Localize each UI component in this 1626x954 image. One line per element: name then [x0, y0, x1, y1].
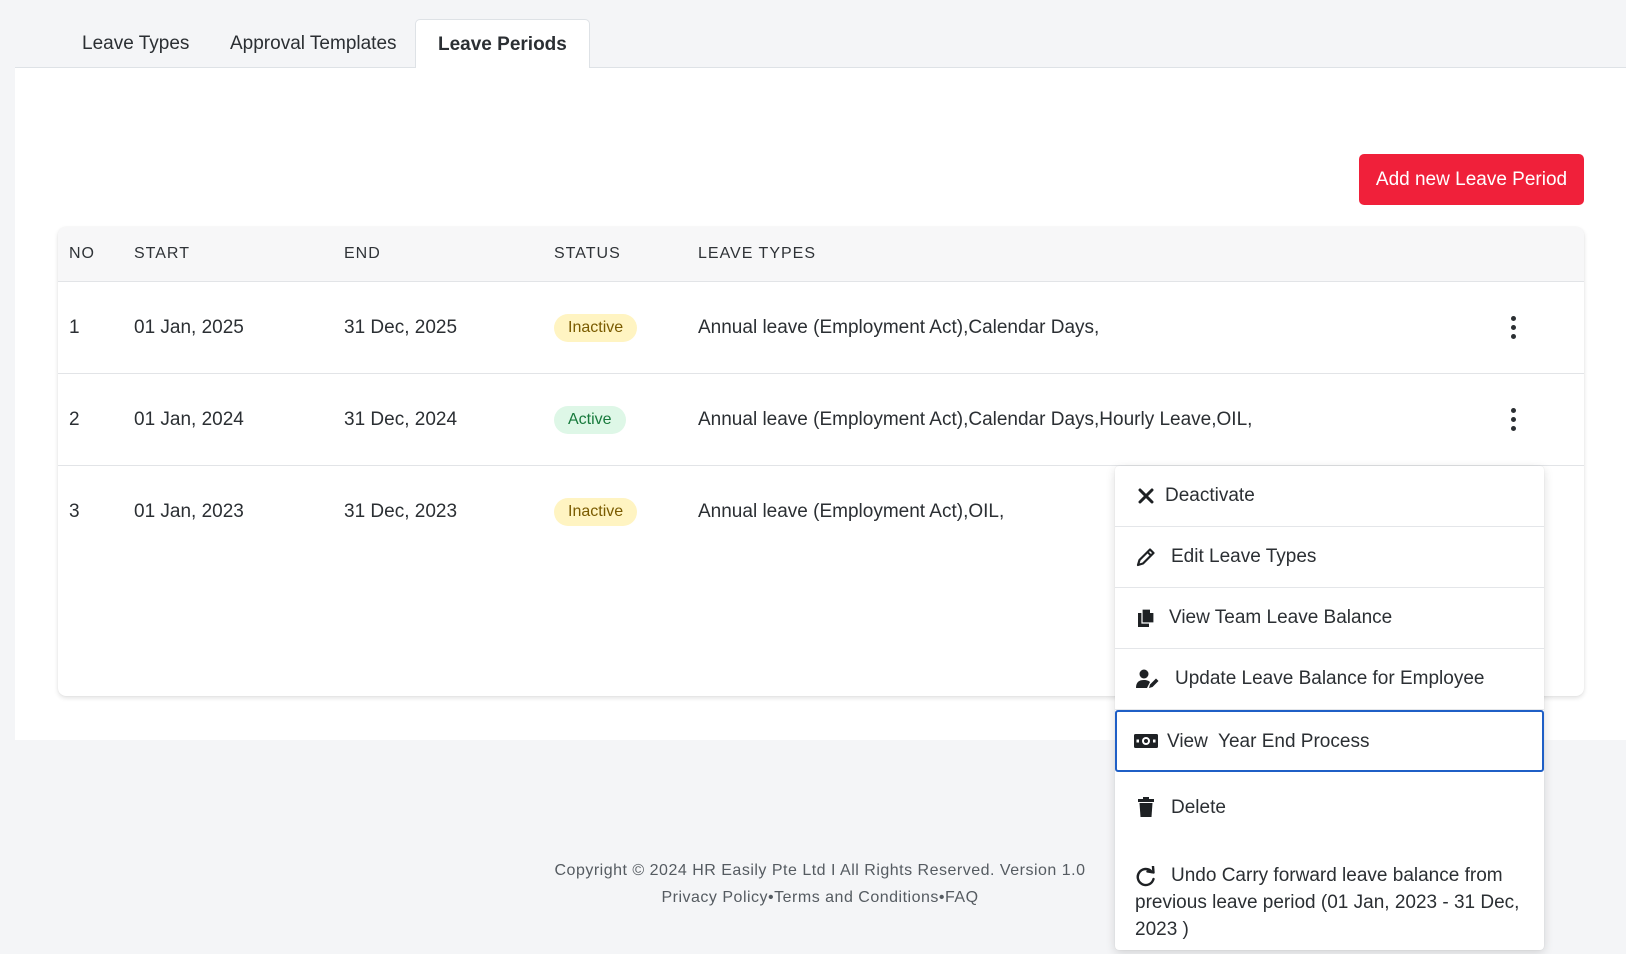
menu-item-label: Undo Carry forward leave balance from pr…: [1135, 865, 1520, 940]
status-badge: Active: [554, 406, 626, 434]
money-bill-icon: [1134, 734, 1158, 748]
row-actions-menu-icon[interactable]: [1503, 312, 1523, 344]
row-no: 3: [69, 501, 80, 522]
table-row: 1 01 Jan, 2025 31 Dec, 2025 Inactive Ann…: [58, 282, 1584, 374]
header-no: NO: [69, 245, 95, 262]
menu-item-label: View Team Leave Balance: [1169, 607, 1393, 628]
add-leave-period-button[interactable]: Add new Leave Period: [1359, 154, 1584, 205]
menu-item-label: Deactivate: [1165, 485, 1255, 506]
copy-icon: [1138, 608, 1155, 627]
menu-item-label: Delete: [1171, 797, 1226, 818]
menu-item-view-year-end-process[interactable]: View Year End Process: [1115, 710, 1544, 772]
row-no: 2: [69, 409, 80, 430]
table-header: NO START END STATUS LEAVE TYPES: [58, 227, 1584, 282]
header-status: STATUS: [554, 245, 621, 262]
row-leave-types: Annual leave (Employment Act),Calendar D…: [698, 409, 1253, 430]
tab-approval-templates[interactable]: Approval Templates: [208, 19, 419, 68]
row-actions-dropdown: Deactivate Edit Leave Types View Team Le…: [1115, 466, 1544, 950]
row-end: 31 Dec, 2025: [344, 317, 458, 338]
header-end: END: [344, 245, 381, 262]
row-start: 01 Jan, 2024: [134, 409, 244, 430]
privacy-policy-link[interactable]: Privacy Policy: [661, 889, 768, 906]
menu-item-update-leave-balance[interactable]: Update Leave Balance for Employee: [1115, 649, 1544, 710]
menu-item-label: Edit Leave Types: [1171, 546, 1317, 567]
row-end: 31 Dec, 2023: [344, 501, 458, 522]
menu-item-view-team-leave-balance[interactable]: View Team Leave Balance: [1115, 588, 1544, 649]
status-badge: Inactive: [554, 498, 638, 526]
tab-bar: Leave Types Approval Templates Leave Per…: [15, 0, 1626, 69]
menu-item-edit-leave-types[interactable]: Edit Leave Types: [1115, 527, 1544, 588]
close-icon: [1138, 488, 1154, 504]
menu-item-delete[interactable]: Delete: [1115, 772, 1544, 844]
menu-item-label: View Year End Process: [1167, 731, 1370, 752]
table-row: 2 01 Jan, 2024 31 Dec, 2024 Active Annua…: [58, 374, 1584, 466]
row-start: 01 Jan, 2025: [134, 317, 244, 338]
row-leave-types: Annual leave (Employment Act),Calendar D…: [698, 317, 1100, 338]
trash-icon: [1138, 797, 1154, 817]
pencil-icon: [1136, 548, 1155, 567]
faq-link[interactable]: FAQ: [945, 889, 979, 906]
terms-link[interactable]: Terms and Conditions: [774, 889, 939, 906]
row-leave-types: Annual leave (Employment Act),OIL,: [698, 501, 1005, 522]
user-edit-icon: [1136, 669, 1159, 688]
menu-item-undo-carry-forward[interactable]: Undo Carry forward leave balance from pr…: [1115, 844, 1544, 950]
row-no: 1: [69, 317, 80, 338]
status-badge: Inactive: [554, 314, 638, 342]
row-start: 01 Jan, 2023: [134, 501, 244, 522]
menu-item-deactivate[interactable]: Deactivate: [1115, 466, 1544, 527]
tab-leave-types[interactable]: Leave Types: [60, 19, 211, 68]
header-start: START: [134, 245, 190, 262]
header-leave-types: LEAVE TYPES: [698, 245, 817, 262]
menu-item-label: Update Leave Balance for Employee: [1175, 668, 1485, 689]
tab-leave-periods[interactable]: Leave Periods: [415, 19, 590, 69]
row-end: 31 Dec, 2024: [344, 409, 458, 430]
row-actions-menu-icon[interactable]: [1503, 404, 1523, 436]
